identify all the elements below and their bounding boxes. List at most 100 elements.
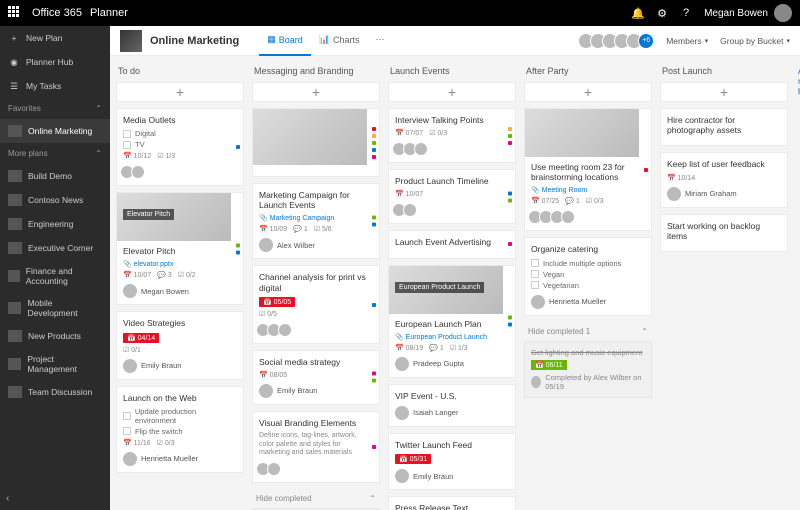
sidebar-plan-mobile-dev[interactable]: Mobile Development: [0, 292, 110, 324]
category-dot: [372, 155, 376, 159]
bucket-header[interactable]: Post Launch: [660, 64, 788, 82]
sidebar-plan-project-mgmt[interactable]: Project Management: [0, 348, 110, 380]
task-card[interactable]: Channel analysis for print vs digital📅 0…: [252, 265, 380, 343]
bucket-header[interactable]: To do: [116, 64, 244, 82]
task-card[interactable]: Twitter Launch Feed📅 05/31Emily Braun: [388, 433, 516, 490]
task-card[interactable]: Elevator PitchElevator Pitch📎 elevator.p…: [116, 192, 244, 305]
category-labels: [372, 216, 376, 227]
task-card[interactable]: [252, 108, 380, 177]
task-card[interactable]: Visual Branding ElementsDefine icons, ta…: [252, 411, 380, 483]
sidebar-plan-engineering[interactable]: Engineering: [0, 212, 110, 236]
checklist-item[interactable]: TV: [123, 140, 237, 149]
checklist-item[interactable]: Digital: [123, 129, 237, 138]
task-card[interactable]: Social media strategy📅 08/05Emily Braun: [252, 350, 380, 405]
task-card[interactable]: Media OutletsDigitalTV📅 10/12☑ 1/3: [116, 108, 244, 186]
add-task-button[interactable]: +: [660, 82, 788, 102]
task-card[interactable]: Organize cateringInclude multiple option…: [524, 237, 652, 315]
sidebar-plan-finance[interactable]: Finance and Accounting: [0, 260, 110, 292]
assignee-name: Miriam Graham: [685, 189, 737, 198]
assignee: Henrietta Mueller: [531, 295, 606, 309]
task-card[interactable]: Hire contractor for photography assets: [660, 108, 788, 146]
bucket-header[interactable]: Messaging and Branding: [252, 64, 380, 82]
settings-icon[interactable]: ⚙: [655, 6, 669, 20]
task-card[interactable]: Interview Talking Points📅 07/07☑ 0/3: [388, 108, 516, 163]
add-bucket-button[interactable]: Add new bu…: [796, 64, 800, 502]
checklist-progress: ☑ 0/3: [157, 439, 175, 447]
help-icon[interactable]: ?: [679, 6, 693, 20]
plan-members-avatars[interactable]: +6: [582, 33, 654, 49]
task-card[interactable]: Launch on the WebUpdate production envir…: [116, 386, 244, 473]
task-card[interactable]: Press Release Text: [388, 496, 516, 510]
bucket-header[interactable]: Launch Events: [388, 64, 516, 82]
user-avatar[interactable]: [774, 4, 792, 22]
task-card[interactable]: VIP Event - U.S.Isaiah Langer: [388, 384, 516, 427]
category-dot: [508, 242, 512, 246]
more-menu[interactable]: ⋯: [368, 26, 393, 56]
app-launcher-icon[interactable]: [8, 6, 22, 20]
members-dropdown[interactable]: Members▾: [666, 36, 708, 46]
due-date: 📅 08/19: [395, 344, 423, 352]
group-by-dropdown[interactable]: Group by Bucket▾: [720, 36, 790, 46]
task-card[interactable]: Use meeting room 23 for brainstorming lo…: [524, 108, 652, 231]
hide-completed-toggle[interactable]: Hide completed⌃: [252, 489, 380, 508]
plan-logo: [120, 30, 142, 52]
due-date: 📅 11/16: [123, 439, 151, 447]
category-labels: [372, 303, 376, 307]
add-task-button[interactable]: +: [116, 82, 244, 102]
task-card[interactable]: Launch Event Advertising: [388, 230, 516, 258]
sidebar-planner-hub[interactable]: ◉Planner Hub: [0, 50, 110, 74]
add-task-button[interactable]: +: [524, 82, 652, 102]
sidebar-plan-executive-corner[interactable]: Executive Corner: [0, 236, 110, 260]
completed-task-card[interactable]: Get lighting and music equipment📅 06/11C…: [524, 341, 652, 398]
notifications-icon[interactable]: 🔔: [631, 6, 645, 20]
sidebar-more-plans-header[interactable]: More plans⌃: [0, 143, 110, 164]
checklist-item[interactable]: Vegetarian: [531, 281, 645, 290]
hide-completed-toggle[interactable]: Hide completed 1⌃: [524, 322, 652, 341]
sidebar-favorites-header[interactable]: Favorites⌃: [0, 98, 110, 119]
sidebar-fav-online-marketing[interactable]: Online Marketing: [0, 119, 110, 143]
add-task-button[interactable]: +: [388, 82, 516, 102]
task-card[interactable]: Product Launch Timeline📅 10/07: [388, 169, 516, 224]
task-card[interactable]: Marketing Campaign for Launch Events📎 Ma…: [252, 183, 380, 259]
checklist-item[interactable]: Vegan: [531, 270, 645, 279]
due-date: 📅 07/07: [395, 129, 423, 137]
collapse-sidebar-icon[interactable]: ‹: [6, 493, 9, 504]
sidebar-my-tasks[interactable]: ☰My Tasks: [0, 74, 110, 98]
avatar: [403, 203, 417, 217]
sidebar-plan-contoso-news[interactable]: Contoso News: [0, 188, 110, 212]
task-card[interactable]: Keep list of user feedback📅 10/14Miriam …: [660, 152, 788, 207]
avatar: [395, 406, 409, 420]
add-task-button[interactable]: +: [252, 82, 380, 102]
chevron-up-icon: ⌃: [641, 327, 648, 336]
card-title: Twitter Launch Feed: [395, 440, 509, 450]
chevron-up-icon: ⌃: [369, 494, 376, 503]
sidebar-plan-new-products[interactable]: New Products: [0, 324, 110, 348]
sidebar-label: Mobile Development: [27, 298, 102, 318]
checklist-item[interactable]: Flip the switch: [123, 427, 237, 436]
tab-board[interactable]: ▦Board: [259, 26, 311, 56]
assignee: Henrietta Mueller: [123, 452, 198, 466]
checklist-label: Include multiple options: [543, 259, 621, 268]
category-labels: [508, 242, 512, 246]
board-scroll-area[interactable]: To do+Media OutletsDigitalTV📅 10/12☑ 1/3…: [110, 56, 800, 510]
sidebar-new-plan[interactable]: +New Plan: [0, 26, 110, 50]
card-title: Channel analysis for print vs digital: [259, 272, 373, 292]
checklist-item[interactable]: Update production environment: [123, 407, 237, 425]
app-name[interactable]: Planner: [90, 7, 128, 19]
task-card[interactable]: Start working on backlog items: [660, 214, 788, 252]
assignee-avatars: [531, 210, 575, 224]
checklist-item[interactable]: Include multiple options: [531, 259, 645, 268]
checkbox-icon: [123, 412, 131, 420]
task-card[interactable]: Video Strategies📅 04/14☑ 0/1Emily Braun: [116, 311, 244, 379]
card-meta: 📅 07/07☑ 0/3: [395, 129, 509, 137]
bucket-header[interactable]: After Party: [524, 64, 652, 82]
tab-charts[interactable]: 📊Charts: [311, 26, 368, 56]
sidebar-label: Engineering: [28, 219, 73, 229]
sidebar-plan-build-demo[interactable]: Build Demo: [0, 164, 110, 188]
plan-thumb-icon: [8, 218, 22, 230]
checklist-label: TV: [135, 140, 145, 149]
sidebar-plan-team-discussion[interactable]: Team Discussion: [0, 380, 110, 404]
task-card[interactable]: European Product LaunchEuropean Launch P…: [388, 265, 516, 378]
card-footer: Miriam Graham: [667, 187, 781, 201]
avatar: [259, 384, 273, 398]
